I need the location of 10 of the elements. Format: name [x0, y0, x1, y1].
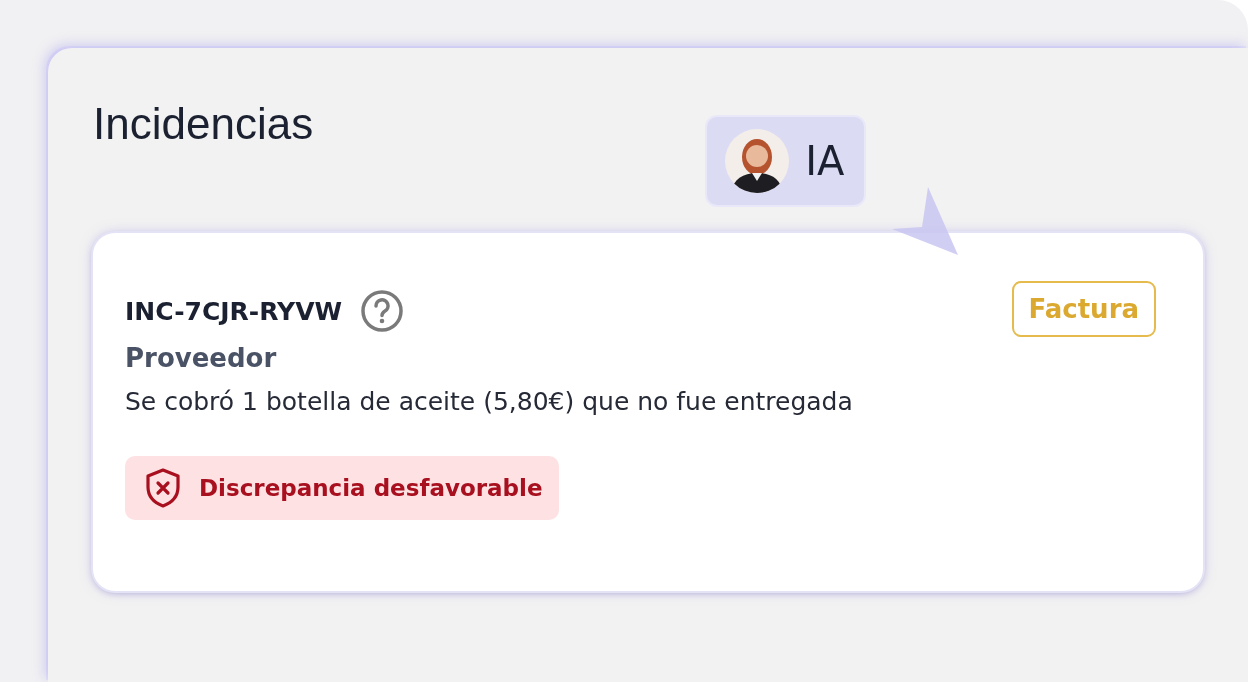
incident-category: Proveedor [125, 343, 278, 373]
incident-description: Se cobró 1 botella de aceite (5,80€) que no fue entregada [125, 387, 854, 416]
shield-x-icon [145, 467, 181, 509]
document-tag: Factura [1011, 281, 1156, 337]
pointer-icon [890, 185, 960, 257]
incident-code: INC-7CJR-RYVW [125, 296, 343, 326]
ai-badge[interactable]: IA [705, 115, 867, 207]
status-badge: Discrepancia desfavorable [125, 456, 559, 520]
page-title: Incidencias [93, 98, 314, 150]
help-icon[interactable] [360, 289, 405, 333]
